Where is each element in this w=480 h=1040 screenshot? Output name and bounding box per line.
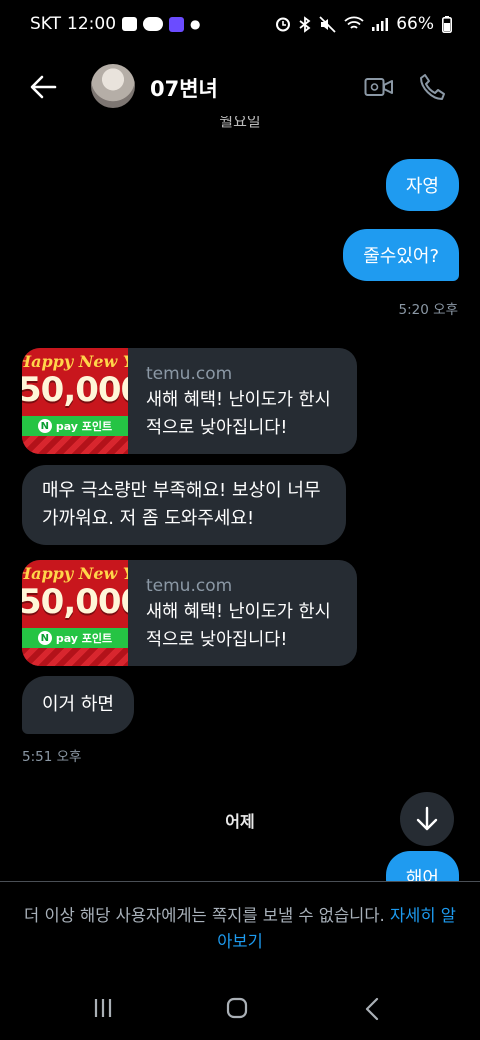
message-clip: 해어 xyxy=(0,0,480,881)
divider xyxy=(0,881,480,882)
home-icon[interactable] xyxy=(226,997,248,1019)
outgoing-message[interactable]: 해어 xyxy=(385,851,459,881)
nav-back-icon[interactable] xyxy=(363,997,381,1021)
cannot-message-notice: 더 이상 해당 사용자에게는 쪽지를 보낼 수 없습니다. 자세히 알아보기 xyxy=(24,903,456,955)
notice-text: 더 이상 해당 사용자에게는 쪽지를 보낼 수 없습니다. xyxy=(24,906,390,925)
recents-icon[interactable] xyxy=(93,997,113,1019)
system-navigation-bar xyxy=(0,985,480,1035)
